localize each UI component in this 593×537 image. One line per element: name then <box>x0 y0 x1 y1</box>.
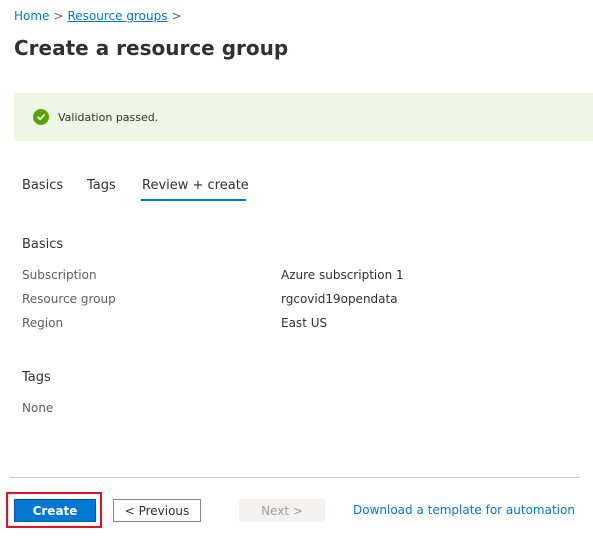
region-label: Region <box>22 316 64 330</box>
tags-value: None <box>22 401 54 415</box>
previous-button[interactable]: < Previous <box>113 499 201 522</box>
download-template-link[interactable]: Download a template for automation <box>353 503 575 517</box>
breadcrumb-home-link[interactable]: Home <box>14 9 49 23</box>
tab-tags[interactable]: Tags <box>87 178 116 193</box>
page-title: Create a resource group <box>14 36 289 60</box>
basics-section-title: Basics <box>22 237 64 252</box>
tags-section-title: Tags <box>22 370 51 385</box>
breadcrumb-resource-groups-link[interactable]: Resource groups <box>68 9 168 23</box>
validation-message: Validation passed. <box>58 110 159 124</box>
subscription-value: Azure subscription 1 <box>281 268 404 282</box>
subscription-label: Subscription <box>22 268 97 282</box>
resource-group-label: Resource group <box>22 292 116 306</box>
breadcrumb-separator: > <box>171 9 182 23</box>
create-button[interactable]: Create <box>14 499 96 522</box>
tab-basics[interactable]: Basics <box>22 178 63 193</box>
next-button[interactable]: Next > <box>239 499 325 522</box>
footer-divider <box>10 477 580 478</box>
resource-group-value: rgcovid19opendata <box>281 292 398 306</box>
breadcrumb: Home > Resource groups > <box>14 9 186 23</box>
checkmark-circle-icon <box>33 109 49 125</box>
tab-review-create[interactable]: Review + create <box>142 178 249 193</box>
active-tab-indicator <box>141 199 246 201</box>
region-value: East US <box>281 316 328 330</box>
breadcrumb-separator: > <box>53 9 64 23</box>
validation-banner: Validation passed. <box>14 93 593 141</box>
